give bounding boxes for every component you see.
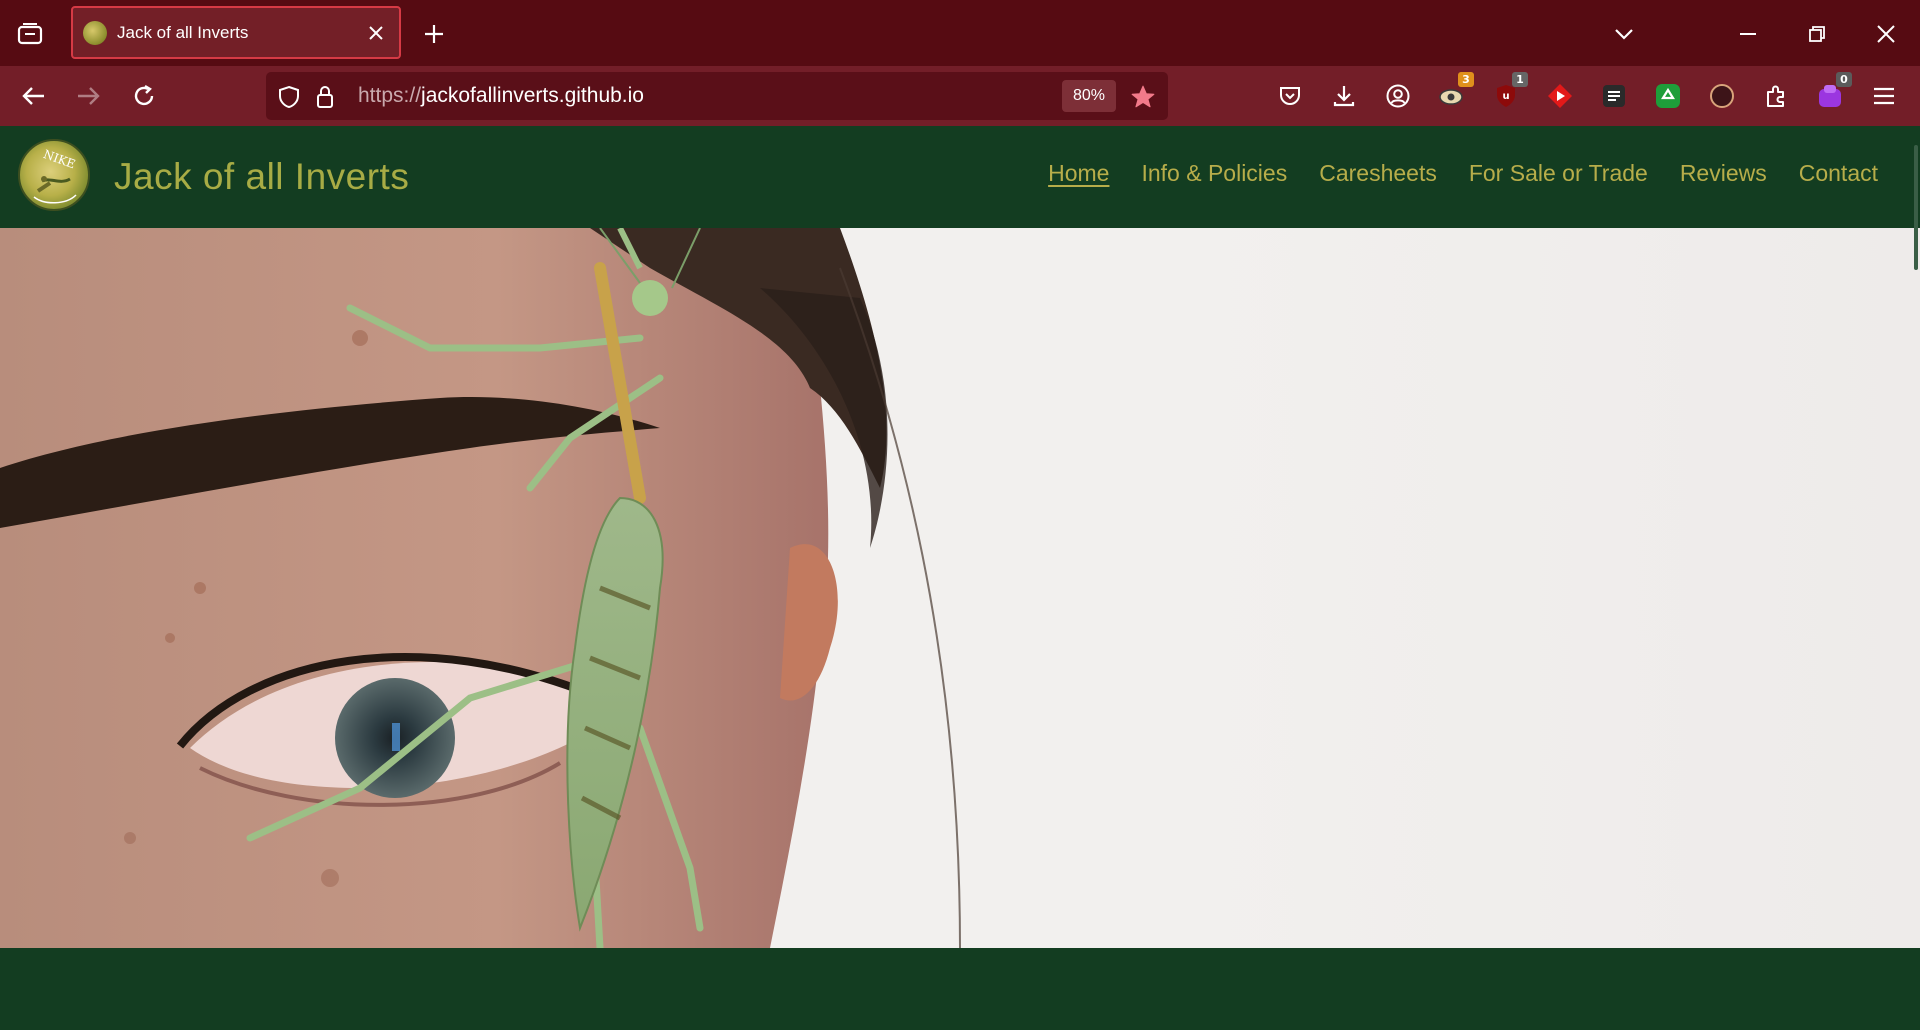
svg-text:NIKE: NIKE (41, 147, 77, 171)
pocket-icon[interactable] (1272, 78, 1308, 114)
browser-tab-bar: Jack of all Inverts (0, 0, 1920, 66)
extension-badge: 3 (1458, 72, 1474, 87)
reload-icon[interactable] (126, 78, 162, 114)
app-menu-icon[interactable] (1866, 78, 1902, 114)
nav-home[interactable]: Home (1048, 160, 1109, 187)
minimize-icon[interactable] (1728, 14, 1768, 54)
list-all-tabs-icon[interactable] (14, 20, 46, 48)
reader-list-icon[interactable] (1596, 78, 1632, 114)
nav-info-policies[interactable]: Info & Policies (1141, 160, 1287, 187)
url-scheme: https:// (358, 84, 422, 107)
extension-eye-icon[interactable]: 3 (1434, 72, 1474, 114)
purple-extension-icon[interactable]: 0 (1812, 72, 1852, 114)
back-arrow-icon[interactable] (16, 78, 52, 114)
youtube-icon[interactable] (1542, 78, 1578, 114)
browser-nav-bar: https://jackofallinverts.github.io 80% 3… (0, 66, 1920, 126)
page-scrollbar[interactable] (1914, 145, 1918, 270)
bookmark-star-icon[interactable] (1128, 82, 1158, 112)
ublock-badge: 1 (1512, 72, 1528, 87)
forward-arrow-icon[interactable] (70, 78, 106, 114)
site-title[interactable]: Jack of all Inverts (114, 156, 409, 198)
tab-title: Jack of all Inverts (117, 22, 249, 42)
new-tab-icon[interactable] (418, 18, 450, 50)
restore-icon[interactable] (1797, 14, 1837, 54)
tracking-shield-icon[interactable] (276, 84, 302, 110)
mantis-on-face-photo (0, 228, 961, 948)
address-bar[interactable]: https://jackofallinverts.github.io 80% (266, 72, 1168, 120)
ublock-icon[interactable]: u 1 (1488, 72, 1528, 114)
site-logo[interactable]: NIKE (18, 139, 90, 211)
account-icon[interactable] (1380, 78, 1416, 114)
tab-overflow-chevron-icon[interactable] (1604, 14, 1644, 54)
close-window-icon[interactable] (1866, 14, 1906, 54)
downloads-icon[interactable] (1326, 78, 1362, 114)
dark-mode-icon[interactable] (1704, 78, 1740, 114)
recycle-extension-icon[interactable] (1650, 78, 1686, 114)
purple-extension-badge: 0 (1836, 72, 1852, 87)
nav-caresheets[interactable]: Caresheets (1319, 160, 1437, 187)
hero-image (0, 228, 1920, 948)
url-text[interactable]: https://jackofallinverts.github.io (358, 84, 644, 108)
extensions-puzzle-icon[interactable] (1758, 78, 1794, 114)
active-tab[interactable]: Jack of all Inverts (71, 6, 401, 59)
url-host: jackofallinverts.github.io (421, 84, 644, 107)
site-nav: Home Info & Policies Caresheets For Sale… (1048, 160, 1878, 187)
zoom-level-button[interactable]: 80% (1062, 80, 1116, 112)
site-header: NIKE Jack of all Inverts Home Info & Pol… (0, 126, 1920, 228)
svg-text:u: u (1502, 91, 1509, 102)
nav-for-sale-or-trade[interactable]: For Sale or Trade (1469, 160, 1648, 187)
nav-reviews[interactable]: Reviews (1680, 160, 1767, 187)
lock-icon[interactable] (312, 84, 338, 110)
close-tab-icon[interactable] (363, 20, 389, 46)
nav-contact[interactable]: Contact (1799, 160, 1878, 187)
site-favicon-icon (83, 20, 107, 45)
